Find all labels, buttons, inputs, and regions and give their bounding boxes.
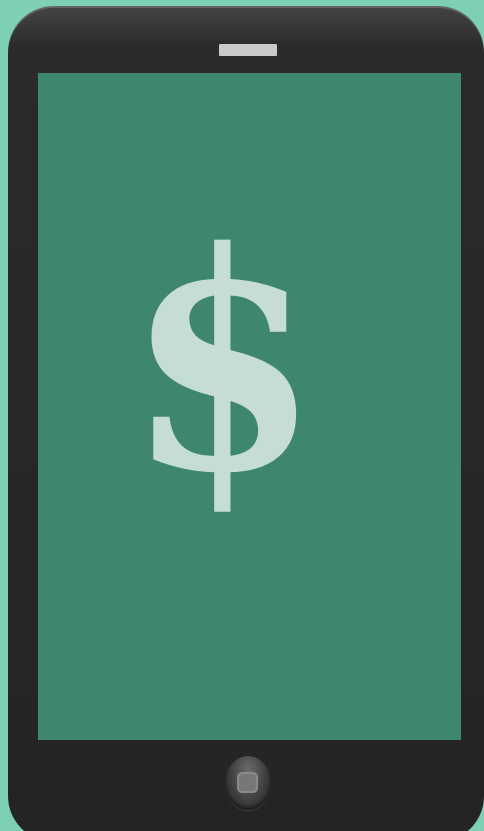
dollar-sign-icon: $ xyxy=(126,186,320,539)
home-button-icon[interactable] xyxy=(225,756,271,810)
phone-screen: $ xyxy=(38,73,461,740)
speaker-grille-icon xyxy=(219,44,277,56)
phone-frame: $ xyxy=(8,6,484,831)
home-square-icon xyxy=(237,772,258,793)
